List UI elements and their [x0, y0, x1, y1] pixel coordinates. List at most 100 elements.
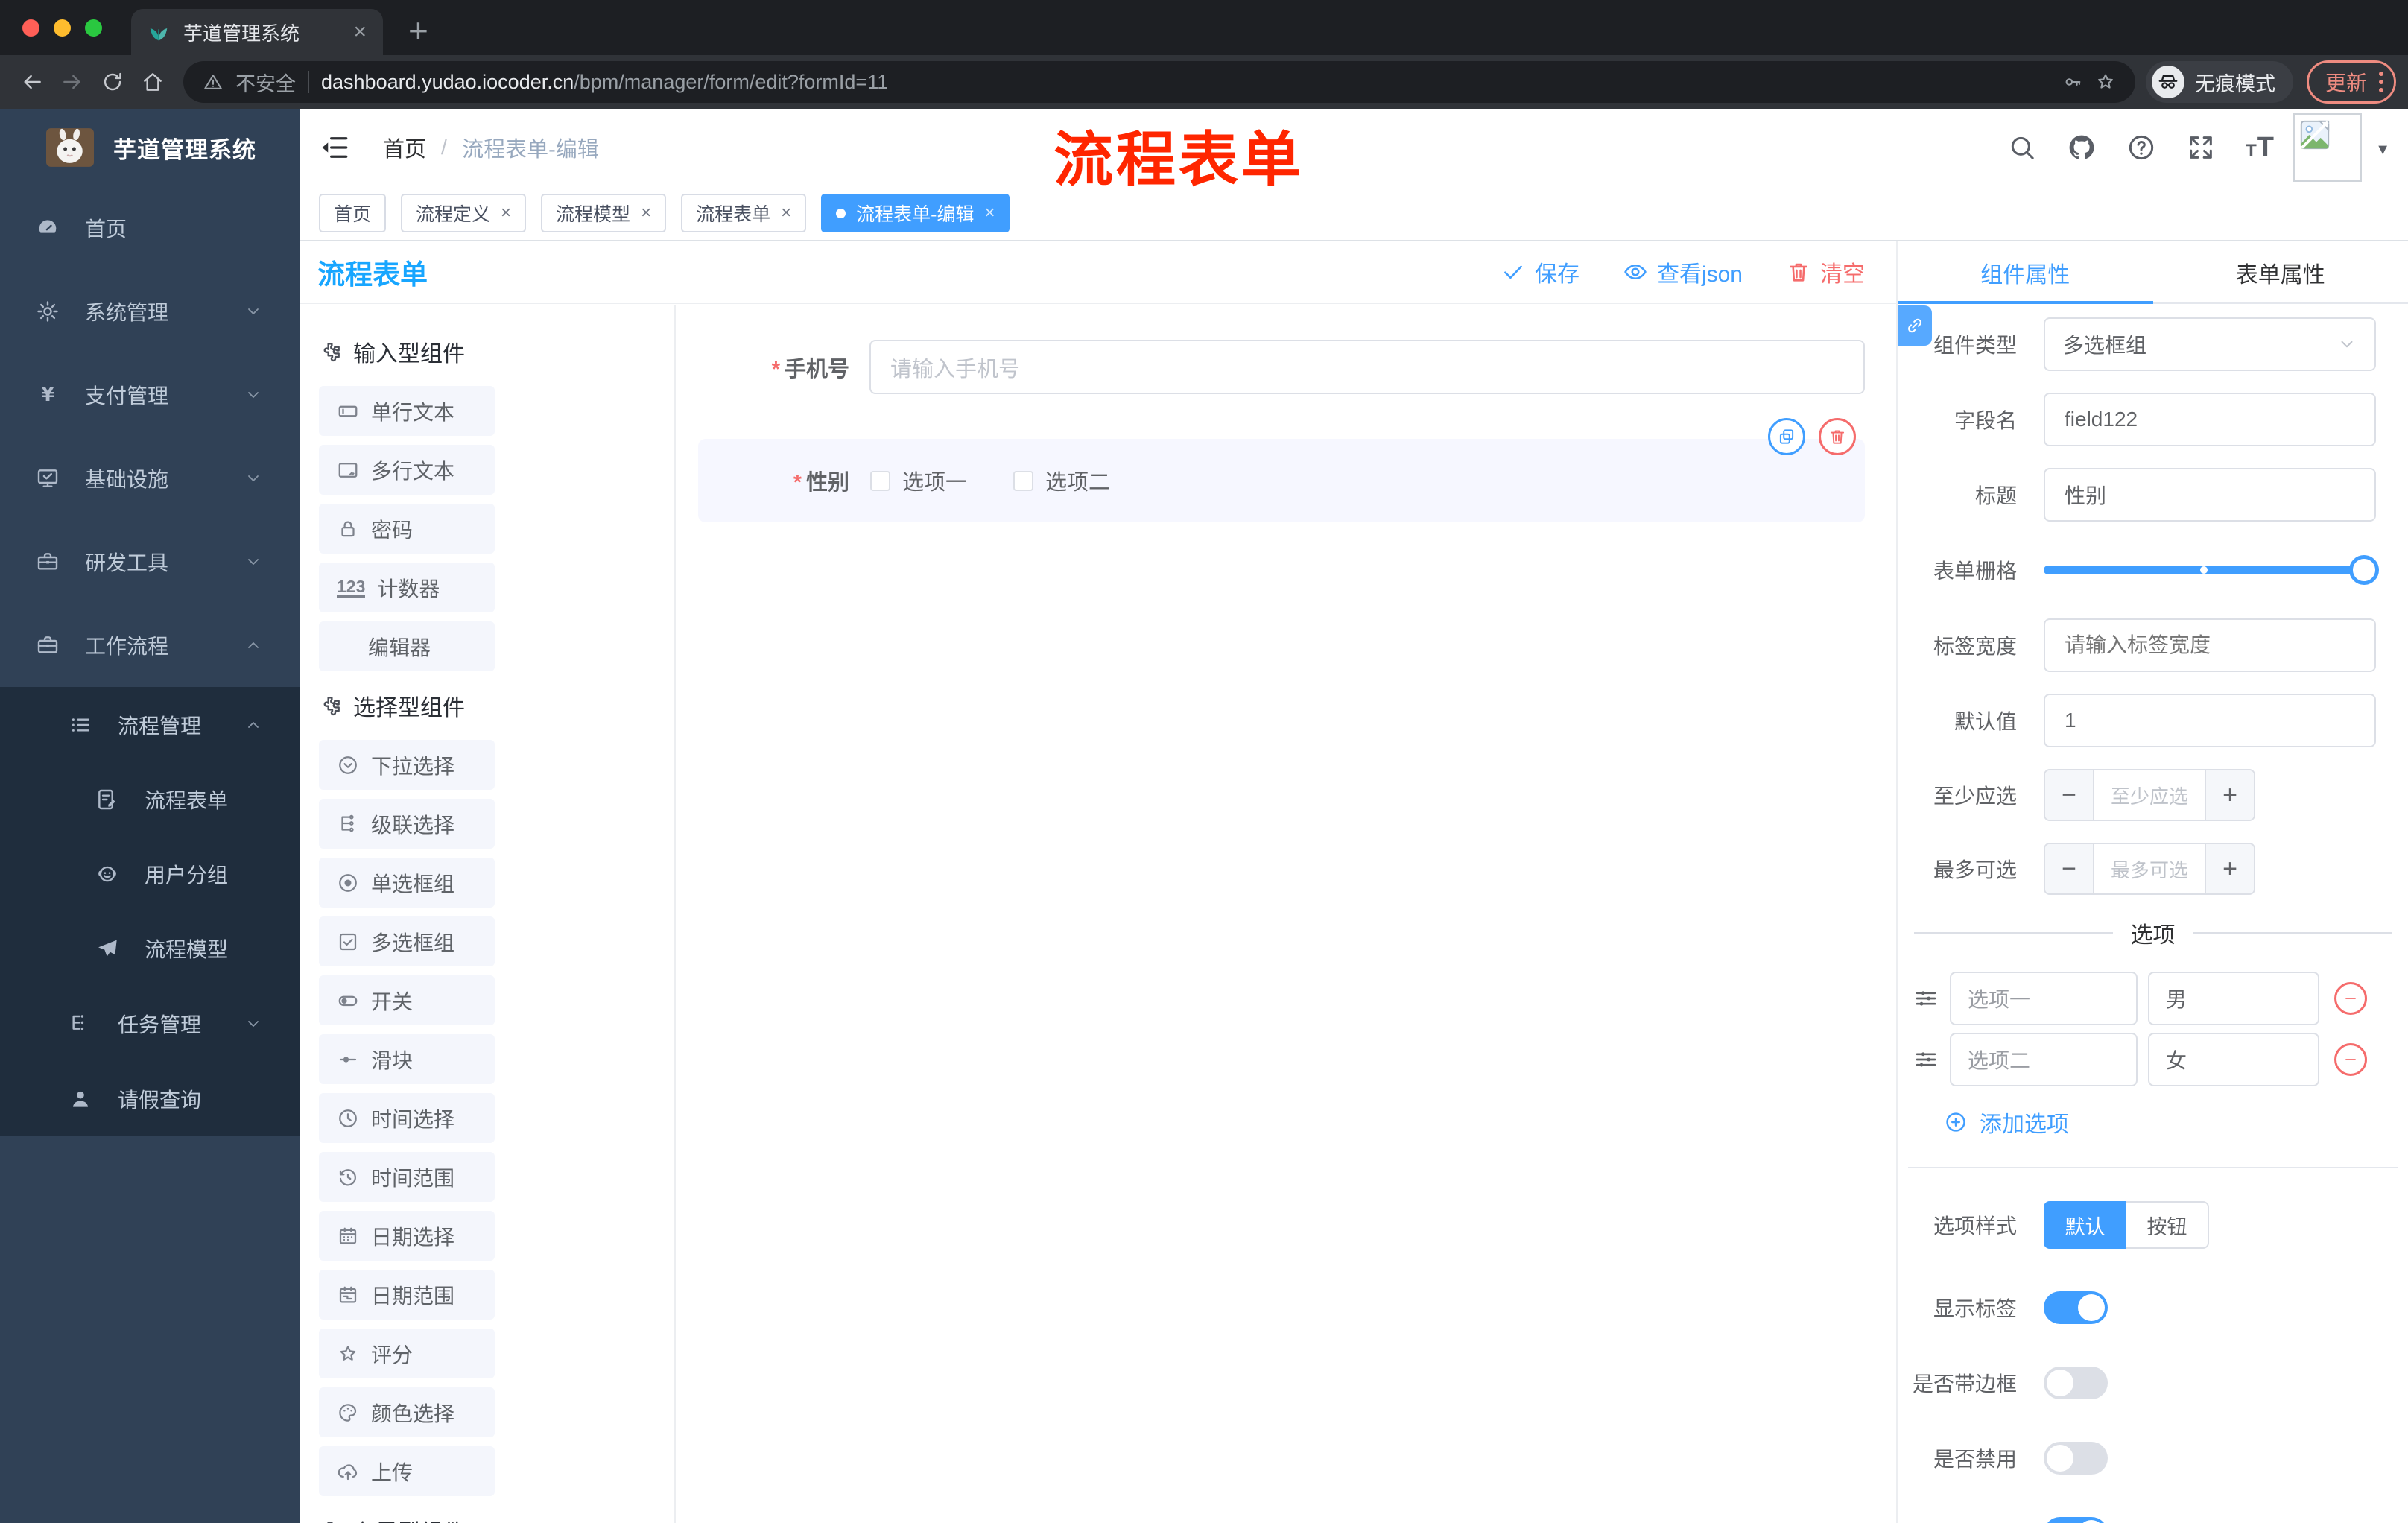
tags-view-tab-流程模型[interactable]: 流程模型 × [541, 194, 667, 232]
avatar-caret-icon[interactable]: ▼ [2375, 142, 2390, 159]
tags-view-tab-流程表单-编辑[interactable]: 流程表单-编辑 × [821, 194, 1010, 232]
browser-tab[interactable]: 芋道管理系统 × [131, 9, 383, 55]
forward-button[interactable] [52, 62, 92, 102]
component-type-select[interactable]: 多选框组 [2044, 317, 2376, 371]
view-json-button[interactable]: 查看json [1623, 256, 1743, 288]
add-option-button[interactable]: 添加选项 [1944, 1106, 2408, 1139]
browser-menu-icon[interactable] [2379, 72, 2383, 92]
toggle-switch-显示标签[interactable] [2044, 1291, 2108, 1324]
sidebar-item-基础设施[interactable]: 基础设施 [0, 437, 300, 520]
tab-close-icon[interactable]: × [641, 203, 651, 224]
fullscreen-icon[interactable] [2186, 133, 2216, 162]
zoom-window-button[interactable] [85, 19, 102, 37]
drag-handle-icon[interactable] [1913, 1046, 1939, 1073]
toggle-switch-是否禁用[interactable] [2044, 1442, 2108, 1475]
sidebar-item-流程表单[interactable]: 流程表单 [0, 762, 300, 837]
password-key-icon[interactable] [2062, 72, 2083, 92]
tab-close-icon[interactable]: × [501, 203, 511, 224]
sidebar-item-任务管理[interactable]: 任务管理 [0, 986, 300, 1061]
style-button-button[interactable]: 按钮 [2126, 1201, 2209, 1249]
component-item-下拉选择[interactable]: 下拉选择 [319, 740, 495, 790]
new-tab-button[interactable]: + [408, 10, 428, 51]
sidebar-collapse-icon[interactable] [319, 132, 350, 163]
font-size-icon[interactable]: TT [2246, 133, 2274, 162]
slider-handle[interactable] [2349, 555, 2379, 585]
tab-close-icon[interactable]: × [781, 203, 791, 224]
browser-update-button[interactable]: 更新 [2306, 60, 2396, 104]
tab-close-icon[interactable]: × [984, 203, 995, 224]
copy-component-button[interactable] [1768, 418, 1805, 455]
style-default-button[interactable]: 默认 [2044, 1201, 2126, 1249]
component-item-颜色选择[interactable]: 颜色选择 [319, 1387, 495, 1437]
stepper-increase-button[interactable]: + [2205, 844, 2254, 893]
avatar[interactable] [2293, 113, 2362, 182]
sidebar-item-研发工具[interactable]: 研发工具 [0, 520, 300, 604]
clear-button[interactable]: 清空 [1786, 256, 1865, 288]
toggle-switch-是否必填[interactable] [2044, 1517, 2108, 1523]
checkbox-option-1[interactable] [870, 470, 890, 491]
component-item-单行文本[interactable]: 单行文本 [319, 386, 495, 436]
option-value-input[interactable] [2148, 972, 2319, 1025]
canvas-field-gender-selected[interactable]: * 性别 选项一 选项二 [698, 439, 1865, 522]
sidebar-item-系统管理[interactable]: 系统管理 [0, 270, 300, 353]
component-item-滑块[interactable]: 滑块 [319, 1034, 495, 1084]
help-icon[interactable] [2126, 133, 2156, 162]
stepper-increase-button[interactable]: + [2205, 770, 2254, 820]
option-value-input[interactable] [2148, 1033, 2319, 1086]
sidebar-item-首页[interactable]: 首页 [0, 186, 300, 270]
component-item-多行文本[interactable]: 多行文本 [319, 445, 495, 495]
url-bar[interactable]: 不安全 dashboard.yudao.iocoder.cn/bpm/manag… [183, 61, 2135, 103]
tags-view-tab-流程定义[interactable]: 流程定义 × [401, 194, 527, 232]
component-item-多选框组[interactable]: 多选框组 [319, 916, 495, 966]
component-item-日期选择[interactable]: 日期选择 [319, 1211, 495, 1261]
canvas-field-phone[interactable]: * 手机号 请输入手机号 [677, 340, 1865, 394]
link-tag-button[interactable] [1898, 305, 1932, 346]
delete-component-button[interactable] [1819, 418, 1856, 455]
tags-view-tab-首页[interactable]: 首页 [319, 194, 387, 232]
back-button[interactable] [12, 62, 52, 102]
stepper-decrease-button[interactable]: − [2045, 770, 2094, 820]
checkbox-option-2[interactable] [1013, 470, 1034, 491]
tags-view-tab-流程表单[interactable]: 流程表单 × [681, 194, 807, 232]
toggle-switch-是否带边框[interactable] [2044, 1367, 2108, 1399]
component-item-上传[interactable]: 上传 [319, 1446, 495, 1496]
stepper-decrease-button[interactable]: − [2045, 844, 2094, 893]
stepper-value[interactable]: 最多可选 [2094, 844, 2205, 893]
reload-button[interactable] [92, 62, 133, 102]
sidebar-item-工作流程[interactable]: 工作流程 [0, 604, 300, 687]
sidebar-item-流程管理[interactable]: 流程管理 [0, 687, 300, 762]
field-name-input[interactable] [2044, 393, 2376, 446]
breadcrumb-home[interactable]: 首页 [383, 132, 426, 163]
drag-handle-icon[interactable] [1913, 985, 1939, 1012]
sidebar-item-用户分组[interactable]: 用户分组 [0, 837, 300, 911]
label-width-input[interactable] [2044, 618, 2376, 672]
minimize-window-button[interactable] [54, 19, 71, 37]
bookmark-star-icon[interactable] [2095, 72, 2116, 92]
home-button[interactable] [133, 62, 173, 102]
tab-component-props[interactable]: 组件属性 [1898, 241, 2153, 304]
remove-option-button[interactable] [2334, 1043, 2367, 1076]
grid-slider[interactable] [2044, 555, 2379, 585]
stepper-value[interactable]: 至少应选 [2094, 770, 2205, 820]
search-icon[interactable] [2007, 133, 2037, 162]
close-window-button[interactable] [22, 19, 39, 37]
sidebar-item-支付管理[interactable]: ¥ 支付管理 [0, 353, 300, 437]
sidebar-item-请假查询[interactable]: 请假查询 [0, 1061, 300, 1136]
option-name-input[interactable] [1950, 972, 2138, 1025]
default-value-input[interactable] [2044, 694, 2376, 747]
title-input[interactable] [2044, 468, 2376, 522]
component-item-密码[interactable]: 密码 [319, 504, 495, 554]
component-item-时间选择[interactable]: 时间选择 [319, 1093, 495, 1143]
phone-input[interactable]: 请输入手机号 [869, 340, 1865, 394]
component-item-计数器[interactable]: 123 计数器 [319, 563, 495, 612]
security-label[interactable]: 不安全 [235, 68, 296, 97]
component-item-编辑器[interactable]: 编辑器 [319, 621, 495, 671]
save-button[interactable]: 保存 [1501, 256, 1580, 288]
component-item-时间范围[interactable]: 时间范围 [319, 1152, 495, 1202]
component-item-级联选择[interactable]: 级联选择 [319, 799, 495, 849]
component-item-开关[interactable]: 开关 [319, 975, 495, 1025]
sidebar-item-流程模型[interactable]: 流程模型 [0, 911, 300, 986]
component-item-日期范围[interactable]: 日期范围 [319, 1270, 495, 1320]
sidebar-logo[interactable]: 芋道管理系统 [0, 109, 300, 186]
component-item-单选框组[interactable]: 单选框组 [319, 858, 495, 908]
